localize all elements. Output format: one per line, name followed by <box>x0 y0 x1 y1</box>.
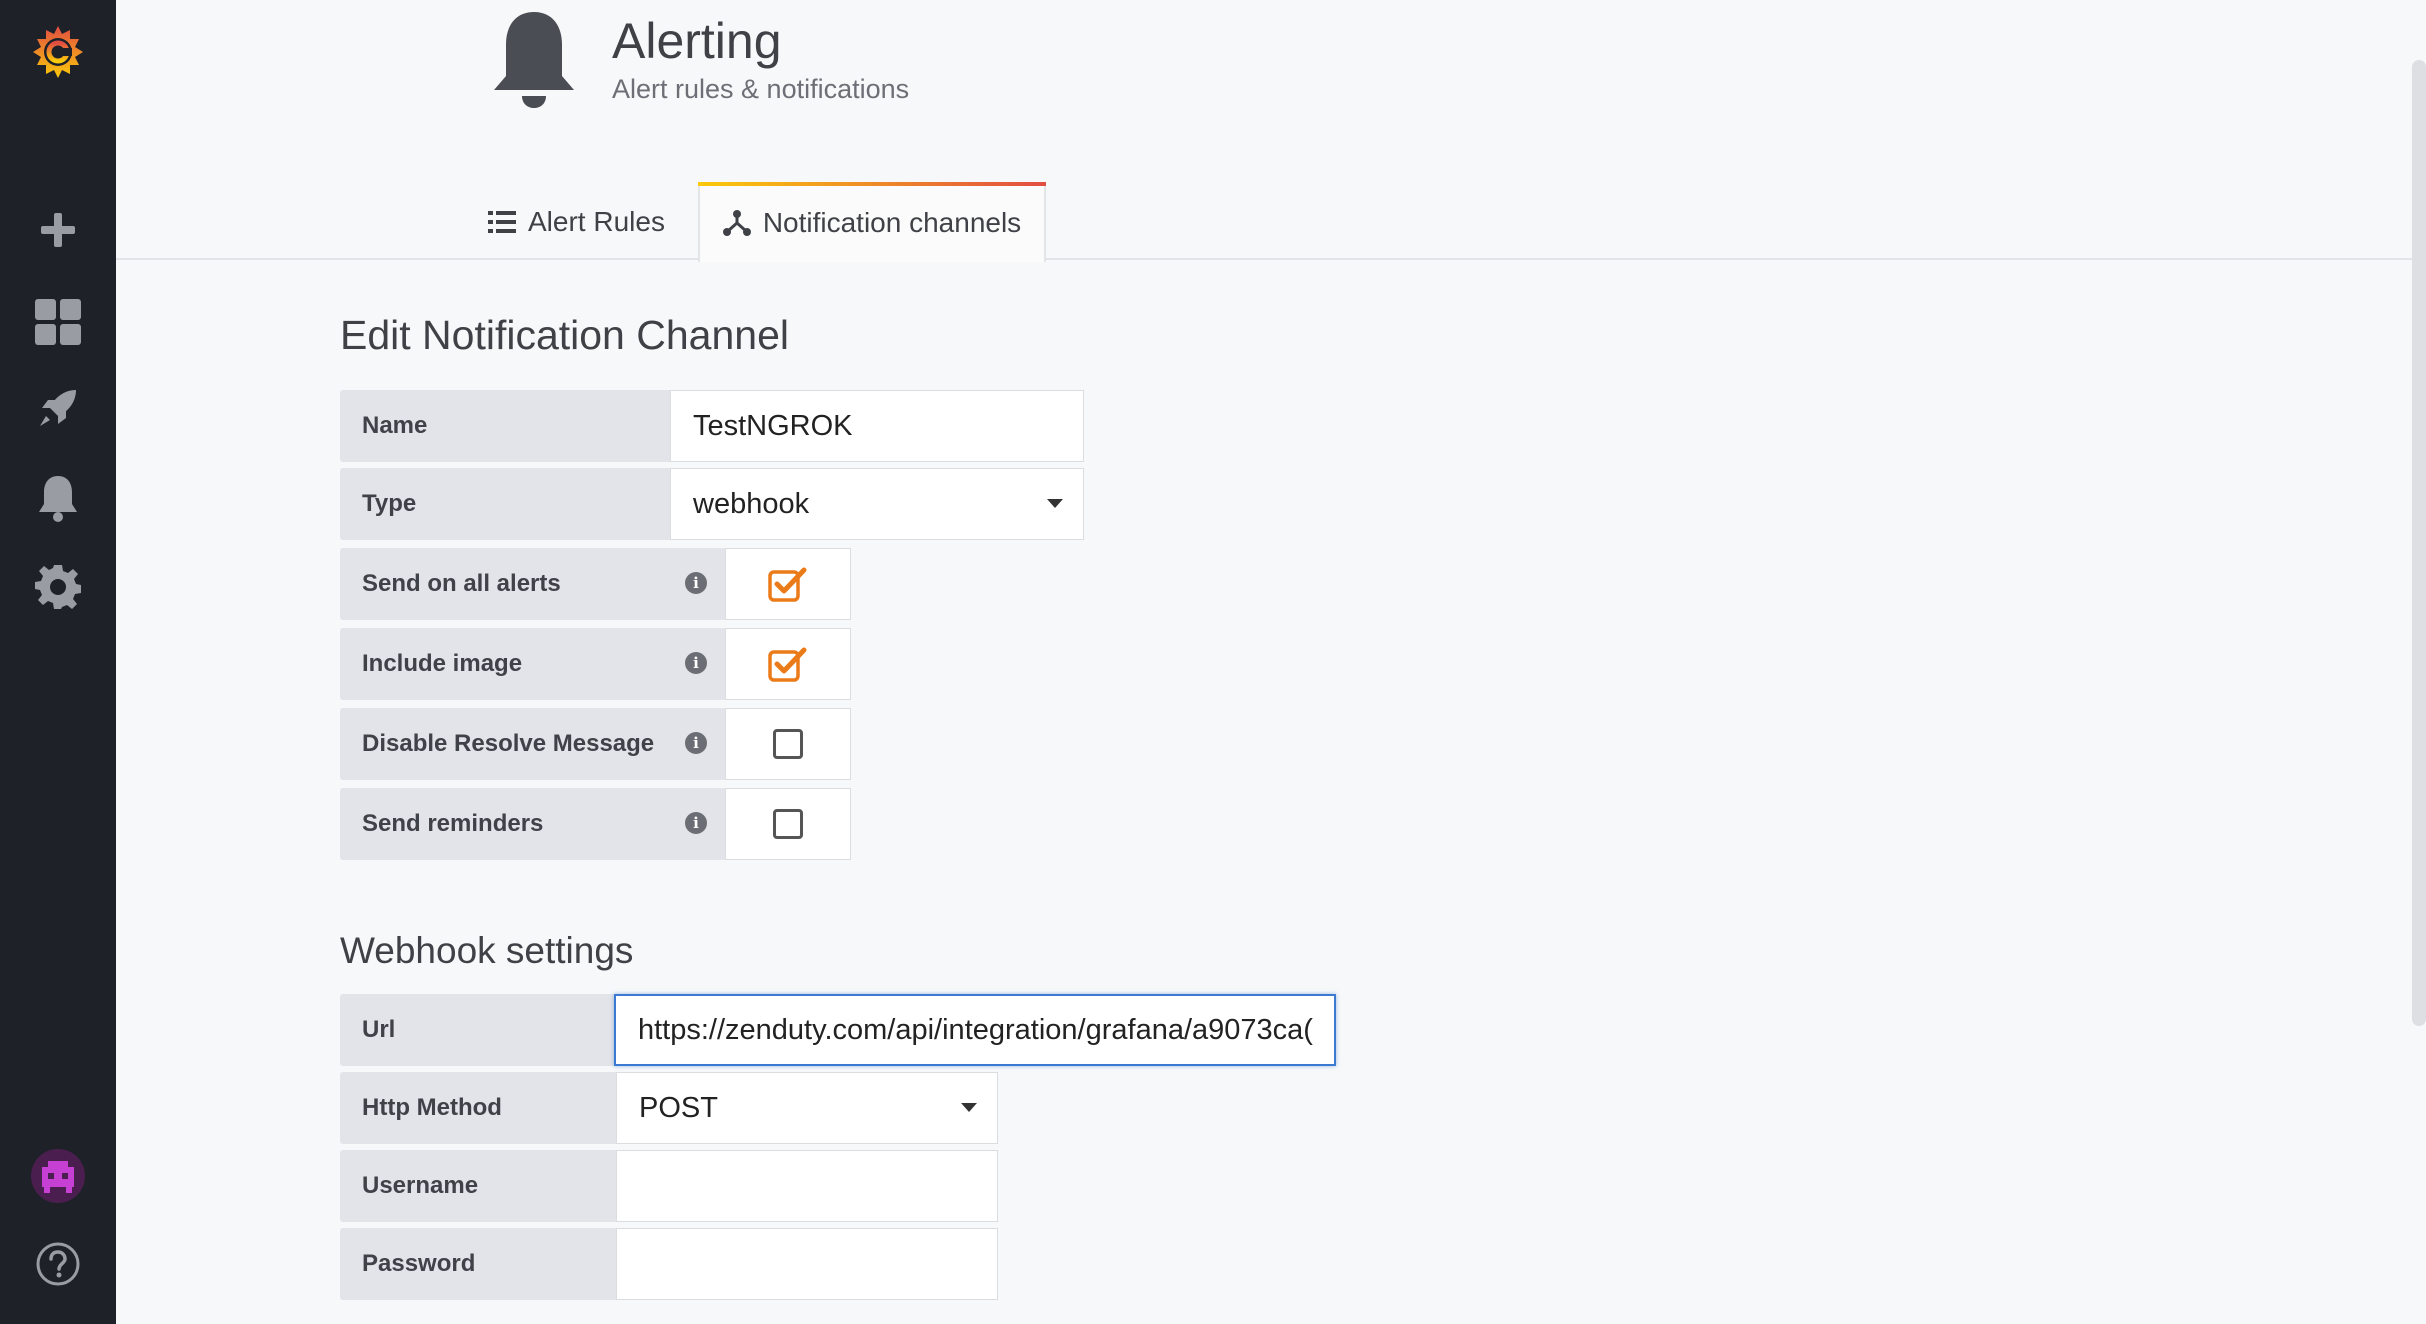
webhook-settings-title: Webhook settings <box>340 930 634 971</box>
type-select[interactable]: webhook <box>670 468 1084 540</box>
unchecked-icon <box>773 809 803 839</box>
disable-resolve-checkbox[interactable] <box>725 708 851 780</box>
alerting-bell-icon[interactable] <box>0 458 116 538</box>
send-all-alerts-checkbox[interactable] <box>725 548 851 620</box>
dashboards-grid-icon[interactable] <box>0 282 116 362</box>
send-reminders-checkbox[interactable] <box>725 788 851 860</box>
include-image-checkbox[interactable] <box>725 628 851 700</box>
info-icon[interactable]: i <box>685 652 707 674</box>
list-icon <box>488 211 516 233</box>
include-image-label: Include image <box>340 628 726 700</box>
user-avatar[interactable] <box>0 1136 116 1216</box>
configuration-gear-icon[interactable] <box>0 546 116 626</box>
grafana-logo-icon[interactable] <box>0 14 116 94</box>
share-nodes-icon <box>722 210 751 236</box>
info-icon[interactable]: i <box>685 812 707 834</box>
http-method-label: Http Method <box>340 1072 616 1144</box>
help-question-icon[interactable] <box>0 1224 116 1304</box>
bell-icon <box>486 8 582 117</box>
tab-alert-rules-label: Alert Rules <box>528 206 665 237</box>
url-input[interactable]: https://zenduty.com/api/integration/graf… <box>614 994 1336 1066</box>
password-input[interactable] <box>616 1228 998 1300</box>
form-title: Edit Notification Channel <box>340 312 789 358</box>
name-input[interactable]: TestNGROK <box>670 390 1084 462</box>
type-select-value: webhook <box>693 487 810 520</box>
checked-icon <box>768 647 807 682</box>
chevron-down-icon <box>961 1103 977 1112</box>
password-label: Password <box>340 1228 616 1300</box>
page-subtitle: Alert rules & notifications <box>612 74 910 104</box>
tab-notification-channels[interactable]: Notification channels <box>698 182 1046 262</box>
explore-rocket-icon[interactable] <box>0 368 116 448</box>
send-reminders-label: Send reminders <box>340 788 726 860</box>
http-method-value: POST <box>639 1091 718 1124</box>
create-plus-icon[interactable] <box>0 190 116 270</box>
scrollbar[interactable] <box>2412 60 2426 1026</box>
checked-icon <box>768 567 807 602</box>
http-method-select[interactable]: POST <box>616 1072 998 1144</box>
chevron-down-icon <box>1047 499 1063 508</box>
unchecked-icon <box>773 729 803 759</box>
url-label: Url <box>340 994 616 1066</box>
sidebar <box>0 0 116 1324</box>
type-label: Type <box>340 468 670 540</box>
info-icon[interactable]: i <box>685 572 707 594</box>
info-icon[interactable]: i <box>685 732 707 754</box>
page-header: Alerting Alert rules & notifications Ale… <box>116 0 2426 262</box>
disable-resolve-label: Disable Resolve Message <box>340 708 726 780</box>
username-label: Username <box>340 1150 616 1222</box>
send-all-alerts-label: Send on all alerts <box>340 548 726 620</box>
name-label: Name <box>340 390 670 462</box>
tab-alert-rules[interactable]: Alert Rules <box>484 182 684 262</box>
page-title: Alerting <box>612 13 782 69</box>
username-input[interactable] <box>616 1150 998 1222</box>
tab-notification-channels-label: Notification channels <box>762 207 1022 238</box>
